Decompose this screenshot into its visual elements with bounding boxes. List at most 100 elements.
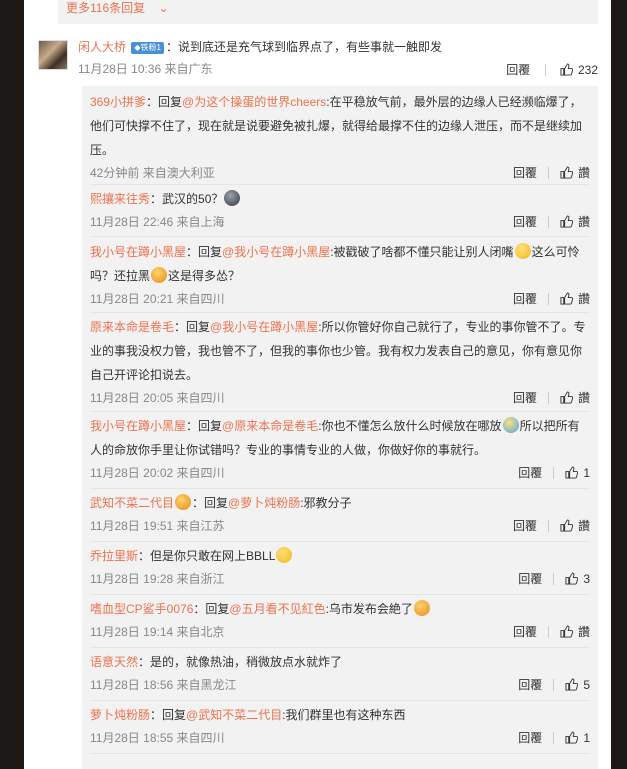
reply-item: 我小号在蹲小黑屋：回复@我小号在蹲小黑屋:被戳破了啥都不懂只能让别人闭嘴 这么可怜… <box>90 240 590 307</box>
reply-author[interactable]: 嗜血型CP鲨手0076 <box>90 602 193 616</box>
reply-target[interactable]: @原来本命是卷毛 <box>222 419 318 433</box>
divider <box>553 573 555 585</box>
divider <box>90 411 590 412</box>
like-count: 讚 <box>577 519 590 533</box>
chevron-down-icon: ⌄ <box>158 1 169 15</box>
reply-item: 萝卜炖粉肠：回复@武知不菜二代目:我们群里也有这种东西 11月28日 18:55… <box>90 703 590 746</box>
divider <box>553 679 555 691</box>
reply-time: 11月28日 19:14 <box>90 625 174 639</box>
divider <box>90 594 590 595</box>
divider <box>90 312 590 313</box>
divider <box>547 216 549 228</box>
like-button[interactable]: 1 <box>565 465 590 481</box>
main-comment: 闲人大桥 ◆铁粉1 ：说到底还是充气球到临界点了，有些事就一触即发 11月28日 … <box>38 40 598 80</box>
reply-text: :乌市发布会絶了 <box>325 602 413 616</box>
reply-prefix: ：回复 <box>186 245 223 259</box>
reply-target[interactable]: @我小号在蹲小黑屋 <box>210 320 318 334</box>
like-button[interactable]: 讚 <box>560 390 590 406</box>
reply-author[interactable]: 熙攘来往秀 <box>90 192 150 206</box>
reply-author[interactable]: 语意天然 <box>90 655 138 669</box>
reply-location: 来自黑龙江 <box>176 678 237 692</box>
emoji-icon <box>514 243 531 259</box>
divider <box>90 184 590 185</box>
like-button[interactable]: 232 <box>560 63 598 77</box>
fan-badge[interactable]: ◆铁粉1 <box>131 42 164 54</box>
reply-button[interactable]: 回覆 <box>518 465 542 481</box>
like-button[interactable]: 1 <box>565 730 590 746</box>
emoji-icon <box>276 547 293 563</box>
more-replies-link[interactable]: 更多116条回复 ⌄ <box>58 0 598 24</box>
reply-location: 来自四川 <box>176 292 225 306</box>
reply-target[interactable]: @武知不菜二代目 <box>186 708 282 722</box>
comment-time: 11月28日 10:36 <box>78 62 162 76</box>
reply-location: 来自江苏 <box>176 519 225 533</box>
reply-button[interactable]: 回覆 <box>518 677 542 693</box>
thumbs-up-icon <box>560 519 573 532</box>
like-button[interactable]: 5 <box>565 677 590 693</box>
reply-author[interactable]: 我小号在蹲小黑屋 <box>90 419 186 433</box>
like-count: 232 <box>577 63 598 77</box>
thumbs-up-icon <box>565 678 579 691</box>
reply-text-end: 这是得多怂？ <box>168 269 241 283</box>
reply-time: 11月28日 18:55 <box>90 731 174 745</box>
comment-location: 来自广东 <box>164 62 213 76</box>
like-button[interactable]: 3 <box>565 571 590 587</box>
like-button[interactable]: 讚 <box>560 214 590 230</box>
thumbs-up-icon <box>560 215 573 228</box>
reply-button[interactable]: 回覆 <box>513 165 537 181</box>
fan-badge-label: 铁粉1 <box>140 43 161 52</box>
reply-target[interactable]: @萝卜炖粉肠 <box>228 496 300 510</box>
reply-target[interactable]: @为这个操蛋的世界cheers <box>182 95 326 109</box>
reply-target[interactable]: @五月看不见紅色 <box>229 602 325 616</box>
reply-author[interactable]: 原来本命是卷毛 <box>90 320 174 334</box>
like-count: 讚 <box>577 625 590 639</box>
reply-item: 熙攘来往秀：武汉的50？ 11月28日 22:46 来自上海 回覆 讚 <box>90 187 590 230</box>
reply-target[interactable]: @我小号在蹲小黑屋 <box>222 245 330 259</box>
like-count: 讚 <box>577 292 590 306</box>
reply-author[interactable]: 369小拼爹 <box>90 95 146 109</box>
reply-button[interactable]: 回覆 <box>518 571 542 587</box>
reply-prefix: ：回复 <box>192 496 229 510</box>
like-count: 讚 <box>577 166 590 180</box>
reply-button[interactable]: 回覆 <box>513 291 537 307</box>
reply-button[interactable]: 回覆 <box>506 61 530 78</box>
replies-panel: 369小拼爹：回复@为这个操蛋的世界cheers:在平稳放气前，最外层的边缘人已… <box>82 86 598 769</box>
reply-button[interactable]: 回覆 <box>513 518 537 534</box>
comment-author[interactable]: 闲人大桥 <box>78 40 126 54</box>
reply-author[interactable]: 萝卜炖粉肠 <box>90 708 150 722</box>
avatar[interactable] <box>38 40 68 70</box>
reply-button[interactable]: 回覆 <box>513 390 537 406</box>
divider <box>547 392 549 404</box>
emoji-icon <box>413 600 430 616</box>
like-button[interactable]: 讚 <box>560 518 590 534</box>
like-count: 讚 <box>577 215 590 229</box>
reply-button[interactable]: 回覆 <box>513 214 537 230</box>
reply-location: 来自澳大利亚 <box>142 166 215 180</box>
like-button[interactable]: 讚 <box>560 291 590 307</box>
divider <box>90 488 590 489</box>
divider <box>90 236 590 237</box>
divider <box>90 753 590 754</box>
reply-text: ：是的，就像热油，稍微放点水就炸了 <box>138 655 343 669</box>
reply-author[interactable]: 我小号在蹲小黑屋 <box>90 245 186 259</box>
reply-location: 来自北京 <box>176 625 225 639</box>
more-replies-label: 更多116条回复 <box>66 1 146 15</box>
reply-item: 语意天然：是的，就像热油，稍微放点水就炸了 11月28日 18:56 来自黑龙江… <box>90 650 590 693</box>
reply-button[interactable]: 回覆 <box>518 730 542 746</box>
reply-text: :邪教分子 <box>300 496 352 510</box>
reply-author[interactable]: 乔拉里斯 <box>90 549 138 563</box>
reply-time: 11月28日 20:21 <box>90 292 174 306</box>
reply-author[interactable]: 武知不菜二代目 <box>90 496 174 510</box>
reply-location: 来自浙江 <box>176 572 225 586</box>
emoji-icon <box>224 190 241 206</box>
emoji-icon <box>502 417 519 433</box>
like-count: 1 <box>583 466 590 480</box>
emoji-icon <box>175 494 192 510</box>
like-button[interactable]: 讚 <box>560 624 590 640</box>
thumbs-up-icon <box>560 391 573 404</box>
like-button[interactable]: 讚 <box>560 165 590 181</box>
reply-button[interactable]: 回覆 <box>513 624 537 640</box>
reply-prefix: ：回复 <box>150 708 187 722</box>
thumbs-up-icon <box>565 466 579 479</box>
reply-text: :我们群里也有这种东西 <box>282 708 406 722</box>
